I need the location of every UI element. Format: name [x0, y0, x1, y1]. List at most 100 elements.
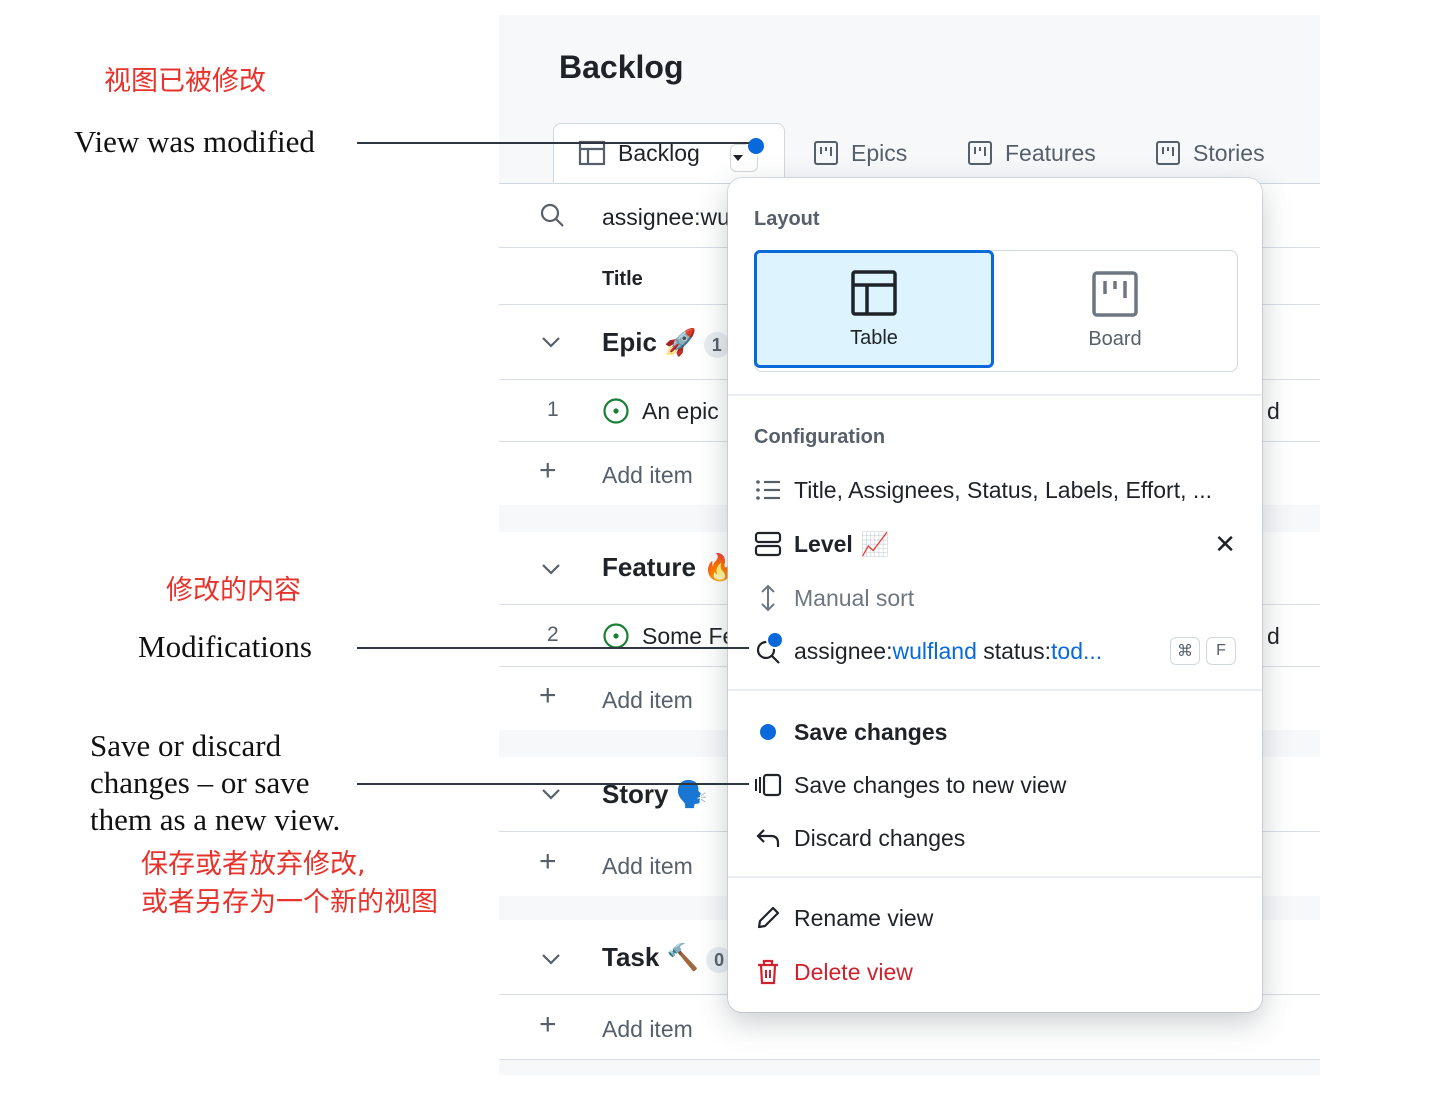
filter-value-status: tod... [1051, 637, 1103, 664]
group-name: Epic [602, 327, 657, 357]
row-status-fragment: d [1267, 398, 1280, 424]
plus-icon: + [539, 454, 557, 487]
discard-changes-label: Discard changes [794, 824, 966, 851]
add-item-label: Add item [602, 1016, 693, 1042]
annotation-save-en: Save or discard changes – or save them a… [90, 728, 341, 837]
layout-switcher: Table Board [754, 250, 1238, 372]
leader-line-save [357, 783, 749, 785]
page-title: Backlog [559, 49, 684, 85]
modified-indicator [746, 136, 766, 156]
board-icon [1156, 141, 1180, 165]
tab-label: Stories [1193, 139, 1265, 166]
delete-view-label: Delete view [794, 958, 913, 985]
row-number: 2 [547, 623, 559, 646]
shortcut-key-f: F [1206, 637, 1236, 665]
fields-config-item[interactable]: Title, Assignees, Status, Labels, Effort… [754, 468, 1236, 512]
add-item-label: Add item [602, 853, 693, 879]
group-count: 1 [703, 332, 730, 358]
group-name: Task [602, 942, 660, 972]
chevron-down-icon [542, 789, 560, 800]
filter-key-assignee: assignee: [794, 637, 893, 664]
layout-option-label: Board [1088, 327, 1142, 350]
save-new-view-label: Save changes to new view [794, 771, 1067, 798]
filter-modified-indicator [766, 631, 784, 649]
shortcut-key-cmd: ⌘ [1170, 637, 1200, 665]
rows-icon [754, 530, 782, 558]
close-icon[interactable]: ✕ [1214, 529, 1236, 560]
layout-option-board[interactable]: Board [995, 251, 1235, 369]
pencil-icon [754, 904, 782, 932]
open-issue-icon [603, 623, 629, 649]
tab-label: Features [1005, 139, 1096, 166]
menu-divider [728, 394, 1262, 396]
menu-divider [728, 876, 1262, 878]
group-name: Feature [602, 552, 696, 582]
filter-key-status: status: [976, 637, 1052, 664]
tab-backlog[interactable]: Backlog [553, 123, 785, 183]
group-by-label: Level [794, 530, 853, 557]
annotation-mods-cn: 修改的内容 [166, 575, 301, 606]
tab-stories[interactable]: Stories [1155, 123, 1265, 183]
row-title[interactable]: Some Fe [642, 623, 735, 650]
sort-label: Manual sort [794, 584, 915, 611]
sort-item[interactable]: Manual sort [754, 576, 1236, 620]
rename-view-item[interactable]: Rename view [754, 896, 1236, 940]
annotation-modified-cn: 视图已被修改 [104, 66, 266, 97]
layout-option-label: Table [850, 326, 898, 349]
caret-down-icon [733, 155, 743, 161]
group-by-emoji: 📈 [860, 530, 890, 557]
board-icon [1092, 270, 1138, 317]
save-changes-label: Save changes [794, 718, 948, 745]
row-number: 1 [547, 398, 559, 421]
plus-icon: + [539, 679, 557, 712]
chevron-down-icon [542, 954, 560, 965]
board-icon [814, 141, 838, 165]
chevron-down-icon [542, 337, 560, 348]
duplicate-view-icon [754, 771, 782, 799]
add-item-label: Add item [602, 687, 693, 713]
trash-icon [754, 958, 782, 986]
tab-epics[interactable]: Epics [813, 123, 907, 183]
annotation-modified-en: View was modified [74, 124, 315, 159]
layout-section-title: Layout [754, 208, 820, 230]
leader-line-modified [357, 142, 749, 144]
annotation-save-cn-1: 保存或者放弃修改, [141, 849, 366, 880]
leader-line-modifications [357, 647, 749, 649]
fields-label: Title, Assignees, Status, Labels, Effort… [794, 476, 1213, 503]
plus-icon: + [539, 1008, 557, 1041]
filter-value-assignee: wulfland [892, 637, 977, 664]
annotation-save-cn-2: 或者另存为一个新的视图 [141, 887, 438, 918]
plus-icon: + [539, 845, 557, 878]
search-icon [754, 631, 784, 665]
tab-label: Epics [851, 139, 908, 166]
filter-input[interactable]: assignee:wu [602, 204, 730, 231]
menu-divider [728, 689, 1262, 691]
save-new-view-item[interactable]: Save changes to new view [754, 763, 1236, 807]
group-emoji: 🔨 [666, 942, 699, 972]
group-by-item[interactable]: Level 📈 ✕ [754, 522, 1236, 566]
configuration-section-title: Configuration [754, 426, 886, 448]
tab-features[interactable]: Features [967, 123, 1096, 183]
open-issue-icon [603, 398, 629, 424]
save-changes-item[interactable]: Save changes [754, 710, 1236, 754]
sort-arrows-icon [754, 584, 782, 612]
table-icon [851, 269, 897, 316]
layout-option-table[interactable]: Table [754, 250, 994, 368]
row-title[interactable]: An epic [642, 398, 719, 425]
rename-view-label: Rename view [794, 904, 934, 931]
search-icon [540, 203, 564, 227]
list-icon [754, 476, 782, 504]
add-item-label: Add item [602, 462, 693, 488]
annotation-mods-en: Modifications [138, 629, 312, 664]
delete-view-item[interactable]: Delete view [754, 950, 1236, 994]
filter-config-item[interactable]: assignee: wulfland status: tod... ⌘ F [754, 629, 1236, 673]
board-icon [968, 141, 992, 165]
column-header-title: Title [602, 268, 643, 290]
blue-dot-icon [754, 718, 782, 746]
row-status-fragment: d [1267, 623, 1280, 649]
view-options-menu: Layout Table Board Configuration Title, … [728, 178, 1262, 1012]
group-emoji: 🚀 [664, 327, 697, 357]
chevron-down-icon [542, 564, 560, 575]
undo-icon [754, 824, 782, 852]
discard-changes-item[interactable]: Discard changes [754, 816, 1236, 860]
